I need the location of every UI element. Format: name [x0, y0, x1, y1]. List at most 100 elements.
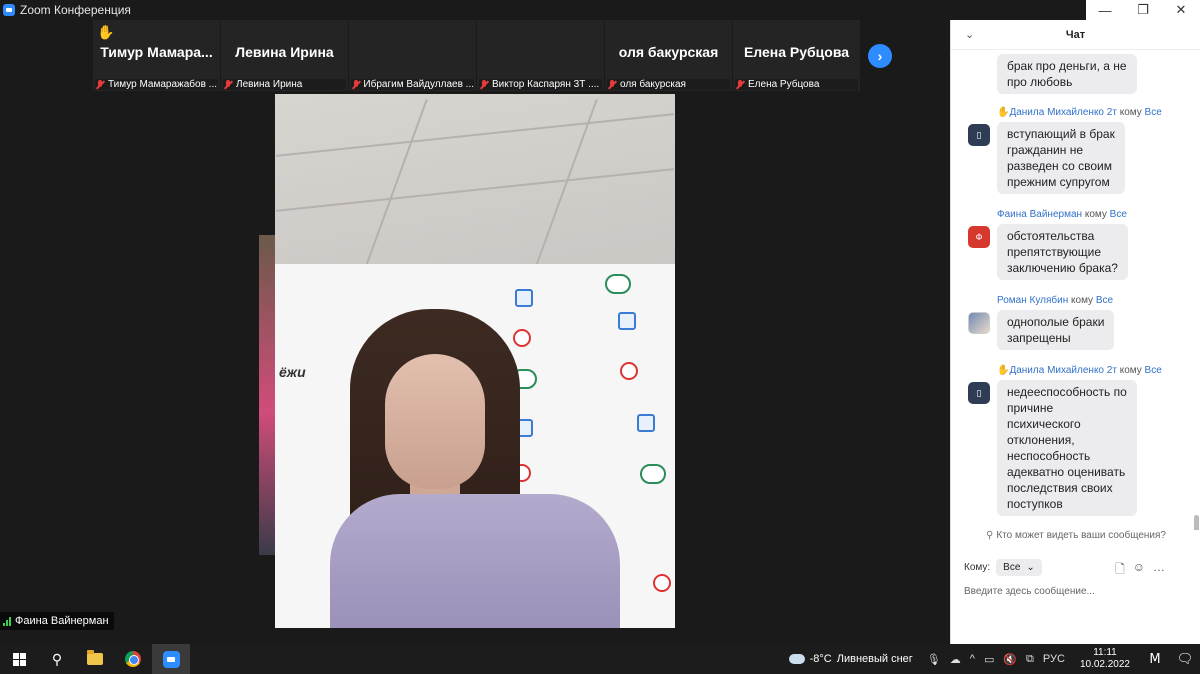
participant-tile[interactable]: Левина Ирина Левина Ирина [221, 20, 349, 91]
system-tray: -8°C Ливневый снег 🎙 ☁ ^ ▭ 🔇 ⧉ РУС 11:11… [788, 644, 1200, 674]
participant-display-name: Левина Ирина [235, 44, 334, 60]
chat-line: неспособность [1007, 449, 1091, 463]
participant-tile[interactable]: оля бакурская оля бакурская [605, 20, 733, 91]
active-speaker-video: ёжи [275, 94, 675, 628]
mic-muted-icon [95, 79, 105, 90]
avatar: Ф [968, 226, 990, 248]
speaker-name-label: Фаина Вайнерман [0, 612, 114, 630]
minimize-button[interactable]: — [1086, 0, 1124, 20]
chat-line: последствия своих [1007, 481, 1113, 495]
participant-caption: Ибрагим Вайдуллаев ... [351, 79, 474, 90]
search-icon: ⚲ [51, 650, 63, 667]
chat-sender: Роман Кулябин кому Все [997, 295, 1114, 306]
windows-logo-icon [12, 652, 26, 666]
chat-line: про любовь [1007, 75, 1073, 89]
person-sweater [330, 494, 620, 628]
zoom-taskbar-button[interactable] [152, 644, 190, 674]
chat-line: вступающий в брак [1007, 127, 1115, 141]
file-icon[interactable]: 🗋 [1115, 560, 1125, 581]
chat-line: обстоятельства [1007, 229, 1095, 243]
next-participants-button[interactable]: › [868, 44, 892, 68]
mic-muted-icon [607, 79, 617, 90]
chat-tools: 🗋 ☺ … [1115, 560, 1165, 581]
avatar: ▯ [968, 382, 990, 404]
participant-caption-text: оля бакурская [620, 79, 686, 90]
file-explorer-button[interactable] [76, 644, 114, 674]
windows-taskbar: ⚲ -8°C Ливневый снег 🎙 ☁ ^ ▭ 🔇 ⧉ РУС 11:… [0, 644, 1200, 674]
notification-icon[interactable]: Ⅿ [1140, 651, 1170, 667]
avatar [968, 312, 990, 334]
network-icon[interactable]: ⧉ [1026, 653, 1034, 666]
chevron-up-icon[interactable]: ^ [970, 653, 975, 665]
chat-sender: ✋Данила Михайленко 2т кому Все [997, 365, 1162, 376]
display-icon[interactable]: ▭ [984, 653, 994, 666]
participant-caption: Тимур Мамаражабов ... [95, 79, 218, 90]
participant-tile[interactable]: Ибрагим Вайдуллаев ... [259, 20, 549, 555]
participant-display-name: Елена Рубцова [743, 44, 850, 60]
chat-line: адекватно оценивать [1007, 465, 1126, 479]
title-bar: Zoom Конференция — ❐ ✕ [0, 0, 1200, 20]
chat-panel: ⌄ Чат брак про деньги, а не про любовь ✋… [950, 20, 1200, 644]
recipient-select[interactable]: Все ⌄ [996, 558, 1042, 576]
maximize-button[interactable]: ❐ [1124, 0, 1162, 20]
participant-caption: оля бакурская [607, 79, 730, 90]
chat-line: недееспособность по [1007, 385, 1127, 399]
emoji-icon[interactable]: ☺ [1133, 560, 1145, 581]
chat-scrollbar[interactable] [1194, 515, 1199, 530]
chat-bubble: брак про деньги, а не про любовь [997, 54, 1137, 94]
participant-tile[interactable]: Виктор Каспарян 3Т .... [477, 20, 605, 554]
clock[interactable]: 11:11 10.02.2022 [1080, 647, 1130, 671]
weather-widget[interactable]: -8°C Ливневый снег [788, 653, 913, 665]
speaker-name: Фаина Вайнерман [15, 615, 109, 627]
privacy-link[interactable]: ⚲ Кто может видеть ваши сообщения? [951, 530, 1200, 546]
chat-line: отклонения, [1007, 433, 1075, 447]
more-icon[interactable]: … [1153, 560, 1165, 581]
chat-title: Чат [1065, 28, 1086, 41]
banner-logo [653, 574, 671, 592]
zoom-icon [162, 650, 180, 668]
chat-line: психического [1007, 417, 1081, 431]
chat-line: разведен со своим [1007, 159, 1113, 173]
participant-caption: Виктор Каспарян 3Т .... [479, 79, 602, 90]
person-icon: ⚲ [986, 530, 994, 541]
raised-hand-icon: ✋ [97, 24, 115, 40]
chat-messages[interactable]: брак про деньги, а не про любовь ✋Данила… [951, 50, 1200, 530]
recipient-row: Кому: Все ⌄ 🗋 ☺ … [951, 555, 1200, 579]
participant-caption-text: Левина Ирина [236, 79, 303, 90]
cloud-icon[interactable]: ☁ [950, 653, 961, 666]
participant-tile[interactable]: ✋ Тимур Мамара... Тимур Мамаражабов ... [93, 20, 221, 91]
window-controls: — ❐ ✕ [1086, 0, 1200, 20]
speaker-person [330, 309, 620, 628]
close-button[interactable]: ✕ [1162, 0, 1200, 20]
chat-bubble: обстоятельства препятствующие заключению… [997, 224, 1128, 280]
chrome-button[interactable] [114, 644, 152, 674]
recipient-value: Все [1003, 561, 1021, 573]
chevron-down-icon[interactable]: ⌄ [965, 28, 974, 41]
participant-caption-text: Виктор Каспарян 3Т .... [492, 79, 600, 90]
volume-muted-icon[interactable]: 🔇 [1003, 653, 1017, 666]
participant-strip: ✋ Тимур Мамара... Тимур Мамаражабов ... … [93, 20, 861, 555]
participant-tile[interactable]: Елена Рубцова Елена Рубцова [733, 20, 861, 91]
chat-sender: Фаина Вайнерман кому Все [997, 209, 1127, 220]
notification-center-icon[interactable]: 🗨 [1170, 651, 1200, 667]
chat-bubble: вступающий в брак гражданин не разведен … [997, 122, 1125, 194]
chat-line: прежним супругом [1007, 175, 1110, 189]
banner-logo [515, 289, 533, 307]
participant-display-name: Тимур Мамара... [100, 44, 213, 60]
chat-line: заключению брака? [1007, 261, 1118, 275]
chat-bubble: однополые браки запрещены [997, 310, 1115, 350]
chat-line: гражданин не [1007, 143, 1084, 157]
weather-temperature: -8°C [809, 653, 832, 665]
microphone-icon[interactable]: 🎙 [927, 653, 941, 666]
search-button[interactable]: ⚲ [38, 644, 76, 674]
meeting-stage: ✋ Тимур Мамара... Тимур Мамаражабов ... … [0, 20, 950, 644]
mic-muted-icon [223, 79, 233, 90]
mic-muted-icon [735, 79, 745, 90]
participant-caption-text: Елена Рубцова [748, 79, 820, 90]
start-button[interactable] [0, 644, 38, 674]
participant-caption-text: Тимур Мамаражабов ... [108, 79, 217, 90]
audio-level-icon [3, 616, 11, 626]
language-indicator[interactable]: РУС [1043, 653, 1065, 665]
chat-message-input[interactable] [964, 582, 1189, 600]
privacy-text: Кто может видеть ваши сообщения? [996, 530, 1166, 541]
